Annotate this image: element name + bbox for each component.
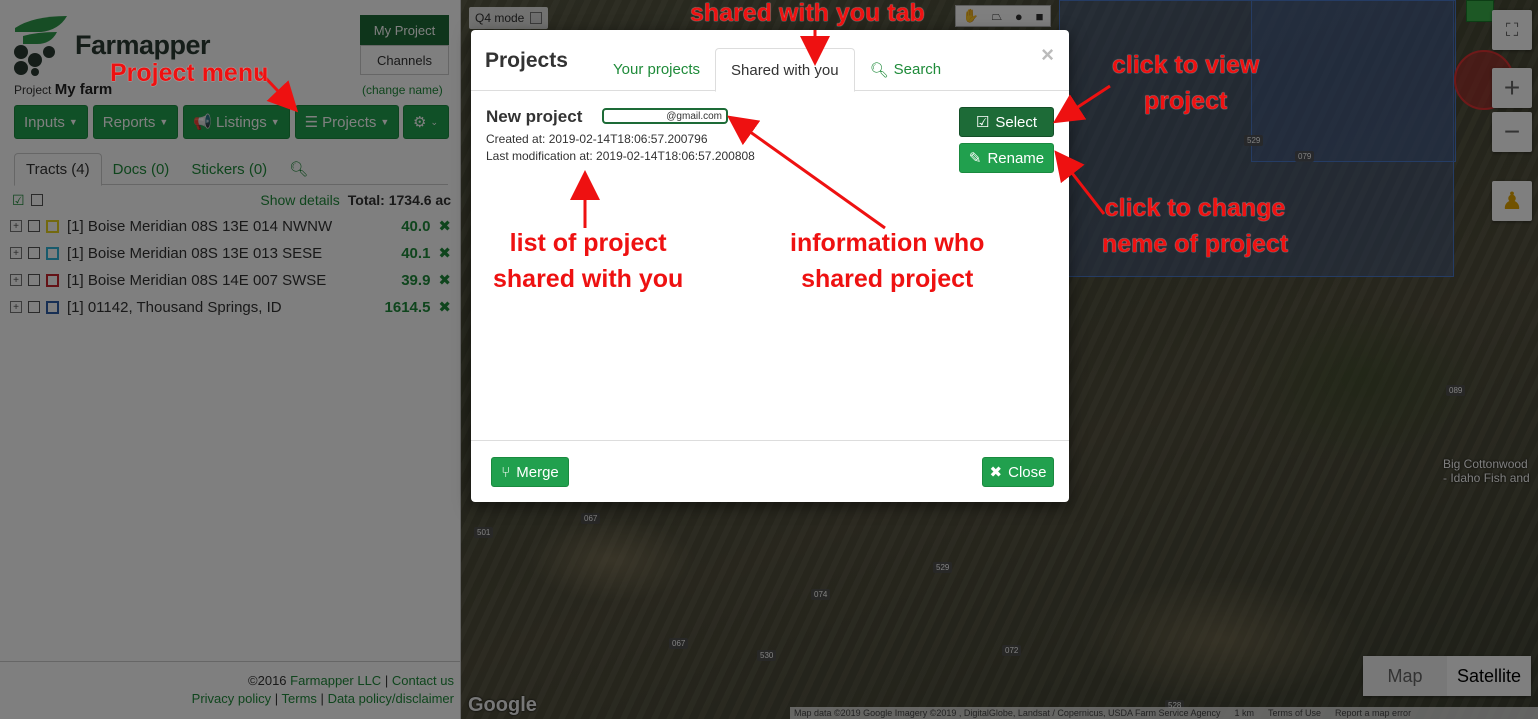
close-button[interactable]: ✖ Close	[982, 457, 1054, 487]
tab-search[interactable]: 🔍︎ Search	[855, 48, 957, 91]
annotation-line: list of project	[509, 229, 667, 257]
annotation-list: list of project shared with you	[493, 225, 683, 297]
select-label: Select	[995, 113, 1038, 131]
modal-tabs: Your projects Shared with you 🔍︎ Search	[598, 48, 957, 92]
close-icon: ✖	[989, 464, 1003, 481]
annotation-info: information who shared project	[790, 225, 984, 297]
close-icon[interactable]: ×	[1041, 42, 1054, 68]
annotation-line: click to view	[1112, 51, 1260, 79]
tab-search-label: Search	[893, 61, 942, 78]
annotation-line: neme of project	[1102, 230, 1289, 258]
tab-shared-with-you[interactable]: Shared with you	[715, 48, 855, 92]
annotation-rename: click to change neme of project	[1102, 190, 1288, 262]
modal-title: Projects	[485, 49, 568, 72]
rename-button[interactable]: ✎ Rename	[959, 143, 1054, 173]
search-icon: 🔍︎	[869, 61, 889, 79]
merge-icon: ⑂	[501, 463, 511, 481]
annotation-line: click to change	[1104, 194, 1286, 222]
edit-icon: ✎	[968, 150, 982, 167]
check-square-icon: ☑	[975, 114, 990, 131]
project-modified-at: Last modification at: 2019-02-14T18:06:5…	[486, 149, 755, 163]
merge-label: Merge	[516, 463, 559, 481]
annotation-line: shared project	[801, 265, 974, 293]
modal-header: Projects Your projects Shared with you 🔍…	[471, 30, 1069, 92]
annotation-shared-tab: shared with you tab	[690, 0, 925, 27]
rename-label: Rename	[987, 149, 1045, 167]
shared-project-title: New project	[486, 107, 583, 126]
merge-button[interactable]: ⑂ Merge	[491, 457, 569, 487]
annotation-project-menu: Project menu	[110, 59, 269, 87]
select-button[interactable]: ☑ Select	[959, 107, 1054, 137]
annotation-line: project	[1143, 87, 1228, 115]
tab-your-projects[interactable]: Your projects	[598, 48, 715, 91]
close-label: Close	[1008, 463, 1047, 481]
annotation-view: click to view project	[1112, 47, 1259, 119]
project-created-at: Created at: 2019-02-14T18:06:57.200796	[486, 132, 708, 146]
annotation-line: shared with you	[493, 265, 684, 293]
annotation-line: information who	[790, 229, 985, 257]
shared-by-email: @gmail.com	[602, 108, 728, 124]
